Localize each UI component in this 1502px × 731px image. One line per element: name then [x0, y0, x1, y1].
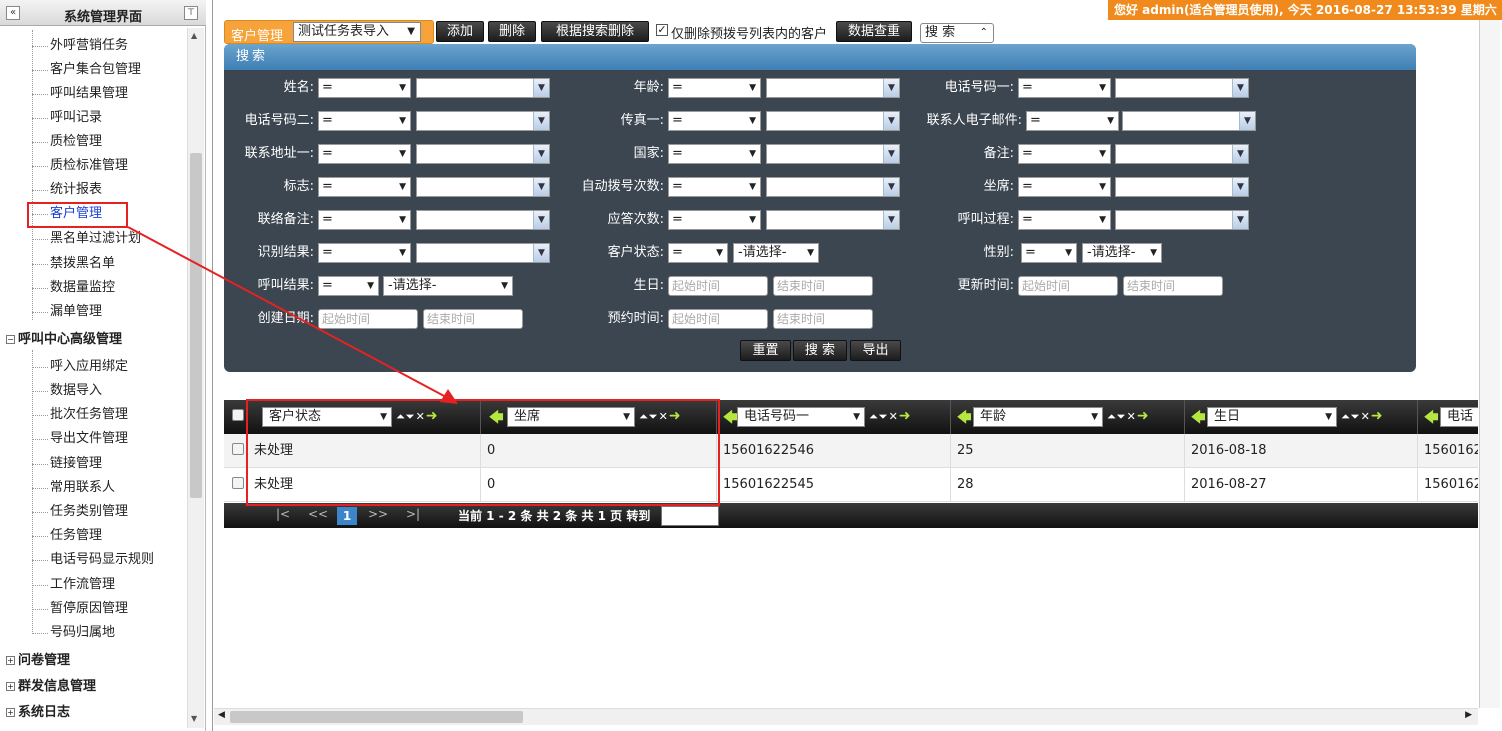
annotation-arrow: [127, 226, 458, 404]
